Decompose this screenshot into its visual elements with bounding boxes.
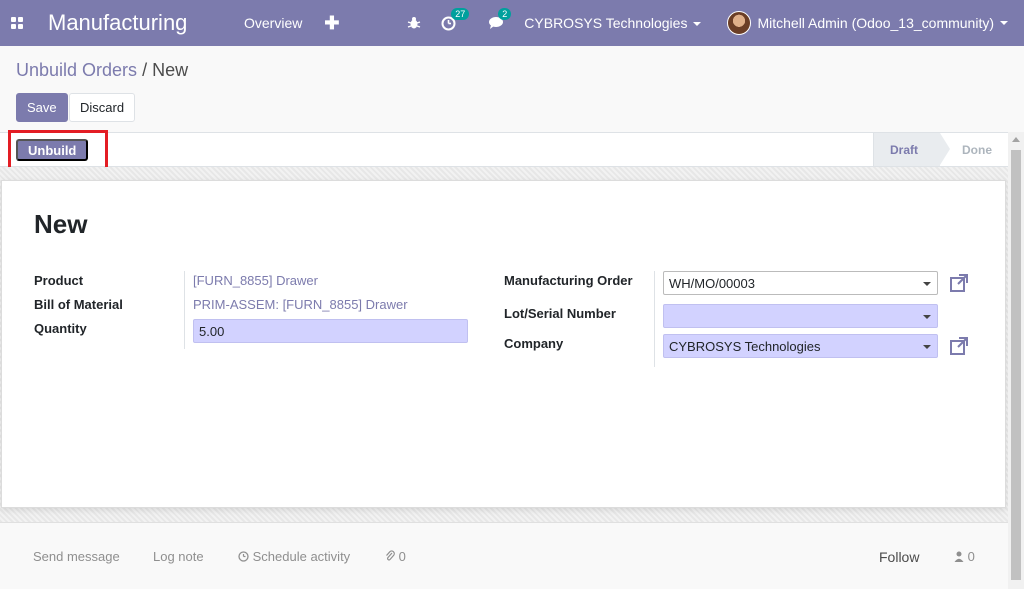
external-link-icon[interactable] (949, 336, 969, 356)
save-button[interactable]: Save (16, 93, 68, 122)
product-value[interactable]: [FURN_8855] Drawer (193, 273, 318, 288)
chevron-down-icon (1000, 21, 1008, 25)
mo-value: WH/MO/00003 (669, 275, 755, 291)
stage-draft[interactable]: Draft (872, 133, 951, 166)
bom-label: Bill of Material (34, 297, 123, 312)
discard-button[interactable]: Discard (69, 93, 136, 122)
follow-button[interactable]: Follow (879, 549, 919, 565)
breadcrumb-separator: / (142, 60, 148, 80)
chevron-down-icon (923, 315, 931, 319)
bug-icon[interactable] (407, 16, 421, 30)
breadcrumb-current: New (152, 60, 189, 80)
left-group-divider (184, 271, 185, 349)
right-group-divider (654, 271, 655, 367)
schedule-activity-button[interactable]: Schedule activity (238, 549, 350, 564)
message-count-badge: 2 (498, 8, 512, 20)
send-message-button[interactable]: Send message (33, 549, 120, 564)
apps-menu-icon[interactable] (0, 0, 34, 46)
activity-clock-icon[interactable]: 27 (441, 7, 470, 31)
vertical-scrollbar[interactable] (1008, 132, 1024, 589)
clock-icon (238, 551, 249, 562)
avatar (727, 11, 752, 35)
menu-overview[interactable]: Overview (244, 15, 302, 31)
mo-select[interactable]: WH/MO/00003 (663, 271, 938, 295)
chatter: Send message Log note Schedule activity … (0, 522, 1008, 589)
company-name: CYBROSYS Technologies (524, 15, 688, 31)
chevron-down-icon (693, 22, 702, 27)
highlight-annotation-box (8, 130, 108, 170)
record-title: New (34, 209, 88, 239)
external-link-icon[interactable] (949, 273, 969, 293)
bom-value[interactable]: PRIM-ASSEM: [FURN_8855] Drawer (193, 297, 408, 312)
company-switcher[interactable]: CYBROSYS Technologies (524, 15, 702, 31)
app-name[interactable]: Manufacturing (48, 10, 244, 36)
company-select[interactable]: CYBROSYS Technologies (663, 334, 938, 358)
lot-select[interactable] (663, 304, 938, 328)
top-navbar: Manufacturing Overview ✚ 27 2 CYBROSYS T… (0, 0, 1024, 46)
attachments-button[interactable]: 0 (385, 549, 406, 564)
form-sheet: New Product [FURN_8855] Drawer Bill of M… (1, 180, 1006, 508)
chevron-down-icon (923, 345, 931, 349)
breadcrumb-parent[interactable]: Unbuild Orders (16, 60, 137, 80)
user-name: Mitchell Admin (Odoo_13_community) (757, 15, 994, 31)
quantity-label: Quantity (34, 321, 87, 336)
breadcrumb: Unbuild Orders / New (16, 60, 188, 81)
lot-label: Lot/Serial Number (504, 306, 616, 321)
company-label: Company (504, 336, 564, 351)
activity-count-badge: 27 (451, 7, 470, 20)
menu-plus-icon[interactable]: ✚ (324, 13, 339, 34)
status-bar: Unbuild Draft Done (0, 130, 1008, 170)
company-value: CYBROSYS Technologies (669, 338, 821, 354)
scroll-thumb[interactable] (1011, 150, 1021, 580)
schedule-activity-label: Schedule activity (252, 549, 351, 564)
followers-button[interactable]: 0 (954, 549, 975, 564)
attachments-count: 0 (398, 549, 406, 564)
scroll-up-icon[interactable] (1012, 137, 1020, 142)
followers-count: 0 (967, 549, 975, 564)
stage-done[interactable]: Done (940, 133, 1008, 166)
paperclip-icon (386, 550, 395, 561)
chat-icon[interactable]: 2 (488, 8, 512, 30)
log-note-button[interactable]: Log note (153, 549, 204, 564)
chevron-down-icon (923, 282, 931, 286)
stage-pipeline: Draft Done (872, 133, 1008, 166)
user-menu[interactable]: Mitchell Admin (Odoo_13_community) (727, 11, 1008, 35)
navbar-systray: 27 2 CYBROSYS Technologies Mitchell Admi… (397, 0, 1024, 46)
product-label: Product (34, 273, 84, 288)
mo-label: Manufacturing Order (504, 273, 633, 288)
quantity-input[interactable]: 5.00 (193, 319, 468, 343)
user-icon (954, 551, 964, 562)
